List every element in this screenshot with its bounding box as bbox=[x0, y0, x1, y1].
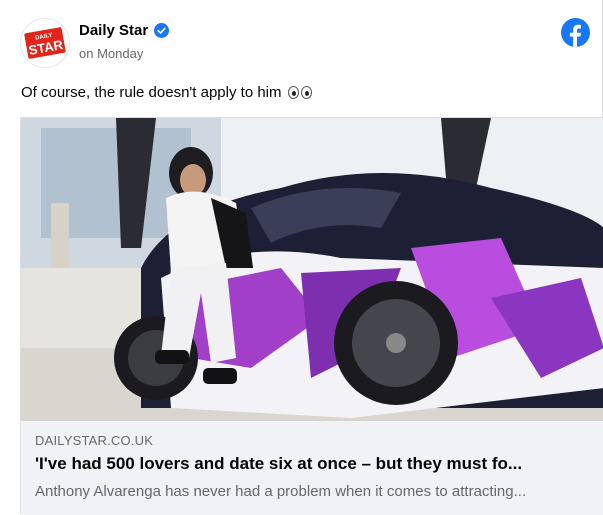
page-avatar[interactable]: DAILY STAR bbox=[20, 18, 70, 68]
post-message-text: Of course, the rule doesn't apply to him bbox=[21, 84, 282, 101]
sports-car-photo bbox=[21, 118, 603, 421]
link-preview-meta[interactable]: DAILYSTAR.CO.UK 'I've had 500 lovers and… bbox=[21, 421, 603, 515]
link-headline[interactable]: 'I've had 500 lovers and date six at onc… bbox=[35, 454, 590, 474]
eyes-emoji-icon bbox=[287, 86, 312, 99]
link-preview[interactable]: DAILYSTAR.CO.UK 'I've had 500 lovers and… bbox=[20, 117, 603, 515]
page-name-row: Daily Star bbox=[79, 22, 170, 39]
post-message: Of course, the rule doesn't apply to him bbox=[21, 84, 312, 101]
post-timestamp[interactable]: on Monday bbox=[79, 46, 143, 61]
right-eye-icon bbox=[300, 86, 312, 99]
facebook-icon[interactable] bbox=[561, 18, 590, 47]
page-name[interactable]: Daily Star bbox=[79, 22, 148, 39]
daily-star-logo: DAILY STAR bbox=[24, 27, 66, 59]
link-preview-image[interactable] bbox=[21, 118, 603, 421]
post-card: DAILY STAR Daily Star on Monday Of cours… bbox=[0, 0, 603, 515]
left-eye-icon bbox=[287, 86, 299, 99]
verified-badge-icon bbox=[154, 23, 170, 38]
link-domain: DAILYSTAR.CO.UK bbox=[35, 433, 154, 448]
link-description: Anthony Alvarenga has never had a proble… bbox=[35, 483, 527, 500]
